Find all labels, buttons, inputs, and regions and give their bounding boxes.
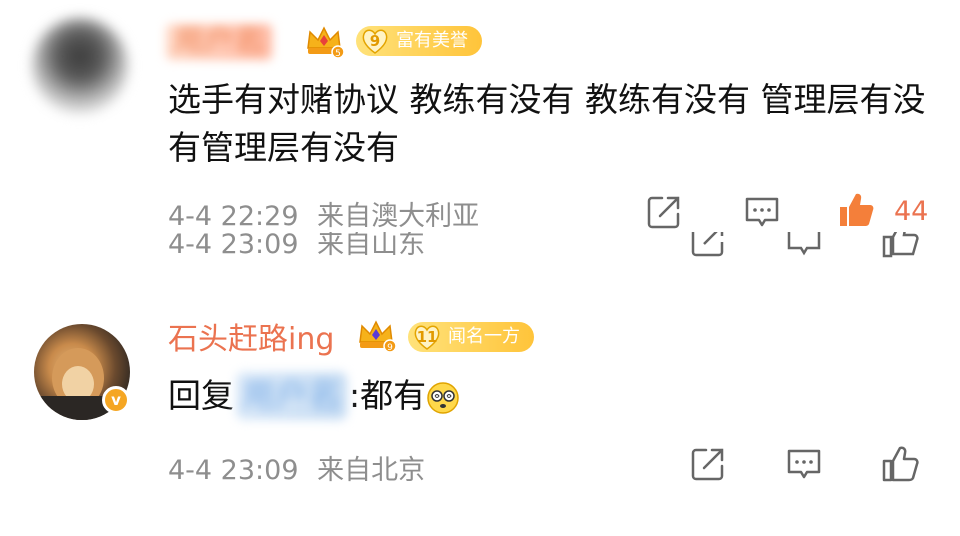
- comment-time: 4-4 23:09: [168, 455, 299, 486]
- like-icon[interactable]: [836, 190, 876, 230]
- reply-prefix: 回复: [168, 376, 234, 415]
- verified-icon: v: [102, 386, 130, 414]
- svg-text:9: 9: [387, 343, 393, 352]
- crown-icon: 9: [359, 320, 396, 352]
- share-icon[interactable]: [688, 444, 728, 484]
- comment-text: 选手有对赌协议 教练有没有 教练有没有 管理层有没有管理层有没有: [168, 80, 926, 167]
- comment-location: 来自北京: [317, 455, 426, 486]
- comment-meta: 4-4 23:09 来自山东: [168, 232, 425, 260]
- comment-text: 回复 用户名:都有: [168, 372, 460, 420]
- comment-meta: 4-4 23:09 来自北京: [168, 448, 425, 487]
- comment-time: 4-4 22:29: [168, 201, 299, 232]
- heart-level-icon: 9: [360, 27, 390, 55]
- share-icon[interactable]: [644, 192, 684, 232]
- comment-item: 用户名 5 9 富有美誉 选手有对赌协议 教练有没有 教练有没有 管理层有没有管…: [0, 0, 960, 236]
- like-count: 44: [894, 196, 929, 227]
- comment-icon[interactable]: [742, 192, 782, 232]
- reply-text: :都有: [349, 376, 427, 415]
- comment-location: 来自澳大利亚: [317, 201, 480, 232]
- badge-label: 富有美誉: [396, 30, 468, 51]
- avatar[interactable]: [32, 18, 128, 114]
- svg-text:5: 5: [335, 49, 341, 58]
- fan-badge[interactable]: 11 闻名一方: [408, 322, 534, 352]
- username[interactable]: 用户名: [166, 24, 272, 60]
- fan-badge[interactable]: 9 富有美誉: [356, 26, 482, 56]
- reply-mention[interactable]: 用户名: [236, 372, 347, 420]
- comment-meta: 4-4 22:29 来自澳大利亚: [168, 194, 479, 233]
- like-icon[interactable]: [880, 232, 920, 260]
- dizzy-face-emoji-icon: [427, 381, 459, 414]
- comment-icon[interactable]: [784, 232, 824, 260]
- like-icon[interactable]: [880, 444, 920, 484]
- username[interactable]: 石头赶路ing: [168, 322, 334, 358]
- comment-time: 4-4 23:09: [168, 232, 299, 260]
- share-icon[interactable]: [688, 232, 728, 260]
- comment-icon[interactable]: [784, 444, 824, 484]
- comment-location: 来自山东: [317, 232, 426, 260]
- divider: [0, 260, 960, 300]
- badge-label: 闻名一方: [448, 326, 520, 347]
- heart-level-icon: 11: [412, 323, 442, 351]
- partial-comment-meta: 4-4 23:09 来自山东: [0, 232, 960, 260]
- crown-icon: 5: [307, 26, 344, 58]
